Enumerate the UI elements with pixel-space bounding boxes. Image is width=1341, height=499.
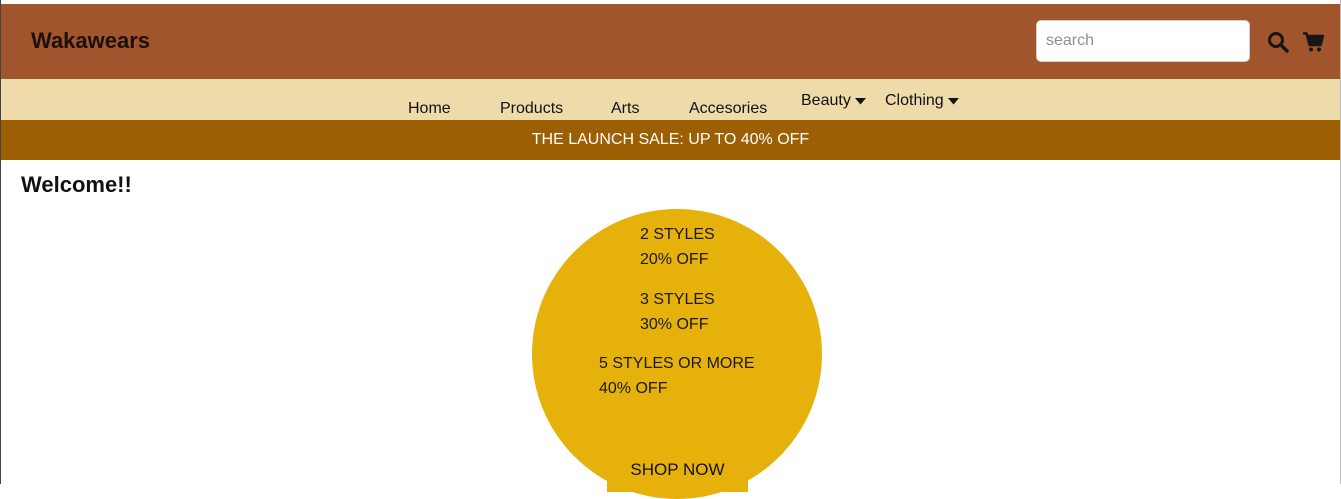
caret-down-icon — [854, 92, 866, 110]
offer-discount: 20% OFF — [640, 250, 709, 268]
nav-item-clothing-label: Clothing — [885, 92, 944, 110]
nav-item-beauty-label: Beauty — [801, 92, 851, 110]
search-input[interactable] — [1036, 20, 1250, 62]
cart-icon[interactable] — [1302, 31, 1324, 53]
caret-down-icon — [947, 92, 959, 110]
nav-item-home[interactable]: Home — [408, 100, 451, 118]
offer-styles: 2 STYLES — [640, 226, 715, 243]
offer-styles: 5 STYLES OR MORE — [599, 355, 755, 372]
search-icon[interactable] — [1267, 31, 1289, 53]
offer-item: 5 STYLES OR MORE 40% OFF — [599, 352, 755, 401]
offer-styles: 3 STYLES — [640, 291, 715, 308]
page-title: Welcome!! — [21, 172, 132, 197]
sale-banner: THE LAUNCH SALE: UP TO 40% OFF — [1, 120, 1340, 160]
site-header: Wakawears — [1, 4, 1340, 79]
nav-item-beauty[interactable]: Beauty — [801, 92, 866, 110]
offer-discount: 30% OFF — [640, 315, 709, 333]
offer-item: 2 STYLES 20% OFF — [640, 223, 715, 272]
main-nav: Home Products Arts Accesories Beauty Clo… — [1, 79, 1340, 120]
offer-item: 3 STYLES 30% OFF — [640, 288, 715, 337]
shop-now-button[interactable]: SHOP NOW — [607, 452, 748, 492]
offer-discount: 40% OFF — [599, 379, 668, 397]
site-logo[interactable]: Wakawears — [31, 28, 150, 54]
nav-item-accesories[interactable]: Accesories — [689, 100, 767, 118]
nav-item-arts[interactable]: Arts — [611, 100, 639, 118]
nav-item-products[interactable]: Products — [500, 100, 563, 118]
nav-item-clothing[interactable]: Clothing — [885, 92, 959, 110]
window-left-edge — [0, 0, 1, 484]
shop-now-label: SHOP NOW — [630, 460, 725, 479]
